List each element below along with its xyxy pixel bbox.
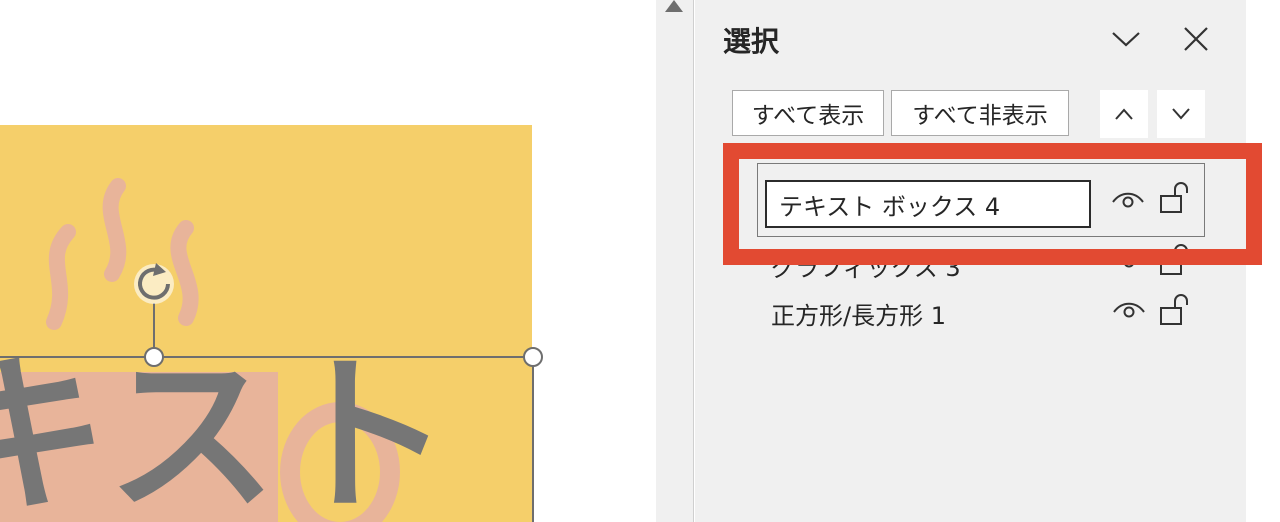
show-all-button[interactable]: すべて表示 xyxy=(732,90,884,136)
eye-icon[interactable] xyxy=(1109,240,1149,280)
eye-icon[interactable] xyxy=(1109,290,1149,330)
unlock-icon[interactable] xyxy=(1155,240,1195,280)
chevron-up-icon xyxy=(1115,108,1133,120)
scroll-up-arrow-icon[interactable] xyxy=(665,0,683,12)
slide-canvas[interactable]: キスト xyxy=(0,0,656,522)
object-name: グラフィックス 3 xyxy=(771,254,961,282)
resize-handle-top-middle[interactable] xyxy=(144,347,164,367)
bring-forward-button[interactable] xyxy=(1100,90,1148,138)
window-edge xyxy=(1246,0,1280,522)
object-list-item-editing[interactable] xyxy=(757,163,1205,237)
chevron-down-icon xyxy=(1172,108,1190,120)
send-backward-button[interactable] xyxy=(1157,90,1205,138)
pane-options-button[interactable] xyxy=(1109,22,1143,56)
object-list-item[interactable]: グラフィックス 3 xyxy=(755,238,1205,288)
close-icon xyxy=(1184,27,1208,51)
hide-all-button[interactable]: すべて非表示 xyxy=(891,90,1069,136)
selection-outline xyxy=(0,356,534,522)
unlock-icon[interactable] xyxy=(1155,178,1195,218)
vertical-scrollbar[interactable] xyxy=(656,0,694,522)
chevron-down-icon xyxy=(1112,32,1140,47)
selection-pane: 選択 すべて表示 すべて非表示 グラフィックス 3 テキスト ボックス 4 正方… xyxy=(695,0,1246,522)
unlock-icon[interactable] xyxy=(1155,290,1195,330)
object-name: 正方形/長方形 1 xyxy=(771,302,946,330)
eye-icon[interactable] xyxy=(1108,180,1148,220)
resize-handle-top-right[interactable] xyxy=(523,347,543,367)
pane-title: 選択 xyxy=(723,25,780,58)
rotate-handle-icon[interactable] xyxy=(134,263,174,304)
selection-frame xyxy=(0,263,543,522)
object-list-item[interactable]: 正方形/長方形 1 xyxy=(755,286,1205,336)
object-name-input[interactable] xyxy=(765,180,1091,228)
pane-close-button[interactable] xyxy=(1179,22,1213,56)
